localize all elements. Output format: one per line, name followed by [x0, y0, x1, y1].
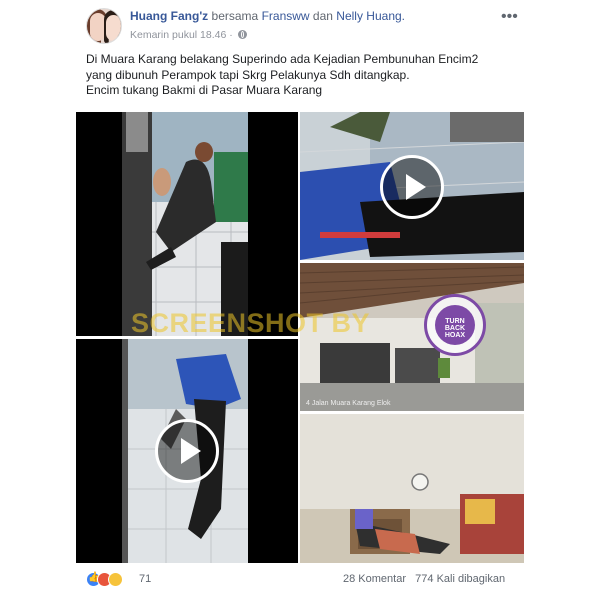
post-stats: 28 Komentar 774 Kali dibagikan — [343, 573, 505, 585]
avatar-face-left — [90, 13, 106, 41]
comments-count-link[interactable]: 28 Komentar — [343, 573, 406, 585]
turnbackhoax-seal-icon: TURN BACK HOAX — [424, 294, 486, 356]
facebook-post: Huang Fang'z bersama Fransww dan Nelly H… — [0, 0, 600, 591]
seal-line: HOAX — [444, 332, 466, 339]
tagged-user-1[interactable]: Fransww — [262, 9, 310, 23]
photo-4-scene — [300, 263, 524, 411]
seal-line: BACK — [444, 325, 466, 332]
video-tile-3[interactable] — [300, 112, 524, 260]
video-tile-2[interactable] — [76, 339, 298, 563]
globe-icon[interactable] — [237, 30, 247, 39]
seal-line: TURN — [445, 318, 465, 325]
post-meta: Kemarin pukul 18.46 · — [130, 29, 247, 41]
more-options-button[interactable]: ••• — [501, 8, 518, 26]
post-header: Huang Fang'z bersama Fransww dan Nelly H… — [130, 9, 405, 23]
reaction-count[interactable]: 71 — [139, 573, 151, 585]
photo-tile-5[interactable] — [300, 414, 524, 563]
photo-tile-4[interactable]: 4 Jalan Muara Karang Elok — [300, 263, 524, 411]
photo-5-scene — [300, 414, 524, 563]
play-button-icon[interactable] — [380, 155, 444, 219]
post-text-line: yang dibunuh Perampok tapi Skrg Pelakuny… — [86, 67, 410, 82]
author-avatar[interactable] — [86, 8, 122, 44]
seal-text: TURN BACK HOAX — [435, 318, 475, 339]
media-grid: 4 Jalan Muara Karang Elok SCREENSHOT BY — [76, 112, 524, 563]
tagged-user-2[interactable]: Nelly Huang. — [336, 9, 405, 23]
dot-separator: · — [229, 29, 236, 41]
avatar-face-right — [106, 15, 121, 41]
photo-tile-1[interactable] — [76, 112, 298, 336]
reaction-icons[interactable] — [86, 572, 146, 588]
photo-1-scene — [76, 112, 298, 336]
post-text-line: Encim tukang Bakmi di Pasar Muara Karang — [86, 83, 323, 97]
and-word: dan — [312, 9, 333, 23]
wow-icon[interactable] — [108, 572, 123, 587]
shares-count-link[interactable]: 774 Kali dibagikan — [415, 573, 505, 585]
post-text: Di Muara Karang belakang Superindo ada K… — [86, 52, 516, 99]
street-caption: 4 Jalan Muara Karang Elok — [306, 400, 391, 407]
play-button-icon[interactable] — [155, 419, 219, 483]
post-timestamp[interactable]: Kemarin pukul 18.46 — [130, 29, 226, 41]
author-name[interactable]: Huang Fang'z — [130, 9, 208, 23]
seal-badge: TURN BACK HOAX — [435, 305, 475, 345]
post-text-line: Di Muara Karang belakang Superindo ada K… — [86, 52, 479, 66]
with-word: bersama — [211, 9, 259, 23]
